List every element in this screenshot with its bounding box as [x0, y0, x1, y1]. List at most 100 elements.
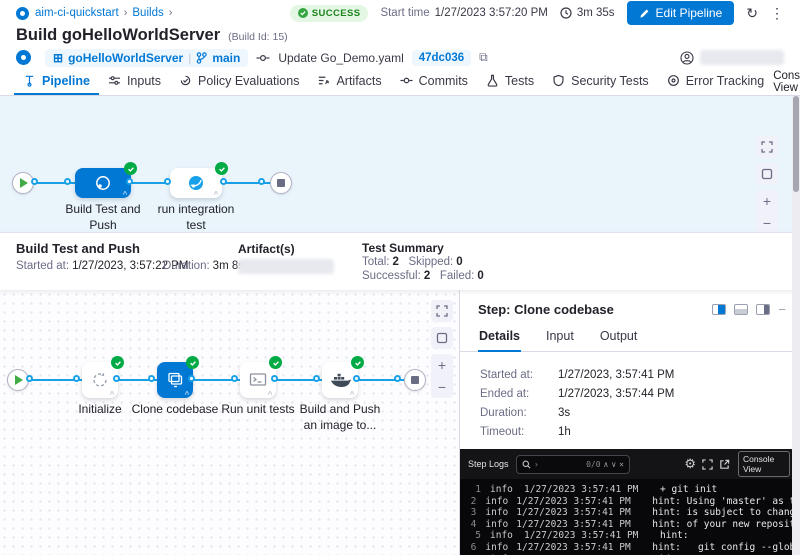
pipeline-icon — [23, 74, 36, 87]
target-icon — [667, 74, 680, 87]
port — [188, 375, 195, 382]
canvas-fit-button[interactable] — [756, 163, 778, 185]
edit-pipeline-button[interactable]: Edit Pipeline — [627, 1, 735, 25]
initialize-icon — [90, 370, 110, 390]
breadcrumb-builds-link[interactable]: Builds — [132, 7, 163, 19]
tab-output[interactable]: Output — [599, 323, 639, 352]
success-check-badge — [124, 162, 137, 175]
page-scrollbar-track[interactable] — [792, 96, 800, 555]
stage-node-run-integration-test[interactable] — [170, 168, 222, 198]
port — [31, 178, 38, 185]
run-tests-icon — [248, 370, 268, 390]
start-time: Start time 1/27/2023 3:57:20 PM — [380, 7, 547, 19]
status-badge: SUCCESS — [290, 5, 369, 22]
step-label: Clone codebase — [131, 402, 219, 418]
chevron-right-icon: › — [169, 7, 173, 19]
build-tabbar: Pipeline Inputs Policy Evaluations Artif… — [0, 68, 800, 96]
canvas-fullscreen-button[interactable] — [431, 300, 453, 322]
collapse-panel-button[interactable]: − — [778, 302, 786, 317]
zoom-out-button[interactable]: − — [756, 212, 778, 234]
port — [26, 375, 33, 382]
branch-name: main — [212, 51, 240, 65]
search-next-button[interactable]: ∨ — [611, 460, 616, 469]
step-label: Run unit tests — [214, 402, 302, 418]
zoom-in-button[interactable]: + — [756, 190, 778, 212]
tab-inputs[interactable]: Inputs — [99, 68, 170, 95]
kebab-icon: ⋮ — [770, 5, 784, 21]
tab-details[interactable]: Details — [478, 323, 521, 352]
search-close-button[interactable]: × — [619, 460, 624, 469]
fit-view-icon — [436, 332, 448, 344]
branch-icon — [196, 52, 207, 64]
log-settings-button[interactable]: ⚙ — [684, 456, 696, 472]
tab-input[interactable]: Input — [545, 323, 575, 352]
log-search-box[interactable]: › 0/0 ∧ ∨ × — [516, 455, 630, 474]
stage-node-build-test-push[interactable] — [75, 168, 131, 198]
step-panel-tabs: Details Input Output — [460, 323, 800, 352]
search-prev-button[interactable]: ∧ — [604, 460, 609, 469]
stage-graph-canvas[interactable]: Build Test and Push run integration test… — [0, 96, 800, 232]
step-panel-title: Step: Clone codebase — [478, 302, 614, 317]
grid-icon: ⊞ — [53, 51, 63, 65]
tab-artifacts[interactable]: Artifacts — [308, 68, 390, 95]
commits-icon — [400, 74, 413, 87]
conditional-execution-icon — [349, 390, 355, 396]
fullscreen-icon — [761, 141, 773, 153]
console-view-button[interactable]: Console View — [738, 451, 790, 477]
conditional-execution-icon — [267, 390, 273, 396]
stage-label: Build Test and Push — [56, 202, 150, 233]
fullscreen-icon — [702, 459, 713, 470]
test-summary-line2: Successful:2 Failed:0 — [362, 270, 484, 282]
tab-policy-evaluations[interactable]: Policy Evaluations — [170, 68, 308, 95]
log-open-external-button[interactable] — [719, 459, 730, 470]
page-scrollbar-thumb[interactable] — [793, 96, 799, 192]
trigger-avatar — [16, 50, 31, 65]
tab-commits[interactable]: Commits — [391, 68, 477, 95]
tab-tests[interactable]: Tests — [477, 68, 543, 95]
canvas-fullscreen-button[interactable] — [756, 136, 778, 158]
tab-security-tests[interactable]: Security Tests — [543, 68, 658, 95]
page-title: Build goHelloWorldServer — [16, 26, 220, 45]
commit-icon — [256, 52, 270, 64]
port — [164, 178, 171, 185]
zoom-in-button[interactable]: + — [431, 354, 453, 376]
harness-project-icon — [16, 7, 29, 20]
tab-pipeline[interactable]: Pipeline — [14, 68, 99, 95]
port — [64, 178, 71, 185]
success-check-badge — [351, 356, 364, 369]
layout-bottom-view-button[interactable] — [734, 304, 748, 315]
execution-end-node — [404, 369, 426, 391]
build-page: aim-ci-quickstart › Builds › SUCCESS Sta… — [0, 0, 800, 555]
play-icon — [20, 178, 28, 188]
port — [258, 178, 265, 185]
conditional-execution-icon — [213, 190, 219, 196]
commit-sha-pill[interactable]: 47dc036 — [412, 50, 471, 66]
play-icon — [15, 375, 23, 385]
layout-minimized-view-button[interactable] — [756, 304, 770, 315]
execution-graph-canvas[interactable]: Initialize Clone codebase Run unit tests — [0, 290, 460, 555]
log-line: 2info1/27/2023 3:57:41 PMhint: Using 'ma… — [468, 496, 800, 508]
port — [220, 178, 227, 185]
log-fullscreen-button[interactable] — [702, 459, 713, 470]
refresh-button[interactable]: ↻ — [746, 5, 758, 22]
log-search-input[interactable] — [542, 459, 583, 469]
tab-error-tracking[interactable]: Error Tracking — [658, 68, 774, 95]
port — [231, 375, 238, 382]
more-options-button[interactable]: ⋮ — [770, 5, 784, 22]
artifact-link-redacted[interactable] — [238, 259, 334, 274]
zoom-out-button[interactable]: − — [431, 376, 453, 398]
ci-stage-icon — [187, 174, 205, 192]
conditional-execution-icon — [184, 390, 190, 396]
repo-branch-pill[interactable]: ⊞ goHelloWorldServer | main — [45, 49, 248, 67]
commit-message[interactable]: Update Go_Demo.yaml — [278, 51, 403, 65]
breadcrumb-project-link[interactable]: aim-ci-quickstart — [35, 7, 119, 19]
user-icon — [680, 51, 694, 65]
search-prompt-icon: › — [534, 460, 539, 469]
port — [73, 375, 80, 382]
success-check-badge — [269, 356, 282, 369]
stop-icon — [277, 179, 285, 187]
canvas-fit-button[interactable] — [431, 327, 453, 349]
field-timeout: Timeout:1h — [480, 422, 800, 441]
copy-icon[interactable]: ⧉ — [479, 50, 488, 65]
layout-right-view-button[interactable] — [712, 304, 726, 315]
